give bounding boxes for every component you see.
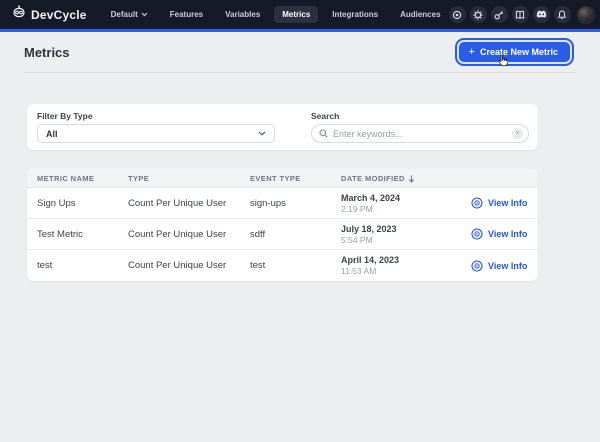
key-icon[interactable] — [491, 6, 508, 23]
column-header-type[interactable]: Type — [128, 169, 250, 188]
page-title: Metrics — [24, 45, 70, 60]
cell-date-modified: April 14, 2023 11:53 AM — [341, 255, 453, 276]
search-box: × — [311, 124, 529, 143]
top-navbar: DevCycle Default Features Variables Metr… — [0, 0, 600, 29]
eye-icon — [471, 260, 483, 272]
devcycle-robot-icon — [12, 5, 26, 24]
cell-event-type: sdff — [250, 229, 341, 240]
user-avatar[interactable] — [577, 6, 595, 24]
clear-search-icon[interactable]: × — [512, 128, 523, 139]
view-info-link[interactable]: View Info — [453, 228, 538, 240]
cell-date-modified: July 18, 2023 5:54 PM — [341, 224, 453, 245]
column-header-metric-name[interactable]: Metric Name — [37, 169, 128, 188]
type-filter-select[interactable]: All — [37, 124, 275, 143]
navbar-actions — [449, 6, 595, 24]
app-window: DevCycle Default Features Variables Metr… — [0, 0, 600, 442]
target-icon[interactable] — [449, 6, 466, 23]
page-header: Metrics + Create New Metric — [24, 32, 576, 73]
search-input[interactable] — [333, 129, 507, 139]
chevron-down-icon — [141, 12, 148, 17]
discord-icon[interactable] — [533, 6, 550, 23]
table-row: test Count Per Unique User test April 14… — [27, 250, 538, 281]
column-header-actions — [453, 169, 538, 188]
nav-item-integrations[interactable]: Integrations — [324, 6, 386, 23]
search-label: Search — [311, 111, 529, 121]
cell-metric-name: test — [37, 260, 128, 271]
search-field: Search × — [311, 111, 529, 143]
table-row: Test Metric Count Per Unique User sdff J… — [27, 219, 538, 250]
type-filter-value: All — [46, 129, 58, 139]
cell-date-modified: March 4, 2024 2:19 PM — [341, 193, 453, 214]
column-header-date-modified[interactable]: Date Modified — [341, 169, 453, 188]
create-new-metric-button[interactable]: + Create New Metric — [459, 42, 570, 62]
plus-icon: + — [469, 48, 475, 56]
nav-item-audiences[interactable]: Audiences — [392, 6, 448, 23]
main-content: Filter By Type All Search × Metric Name … — [27, 104, 538, 281]
column-header-event-type[interactable]: Event Type — [250, 169, 341, 188]
metrics-table: Metric Name Type Event Type Date Modifie… — [27, 169, 538, 281]
cell-type: Count Per Unique User — [128, 198, 250, 209]
eye-icon — [471, 197, 483, 209]
view-info-link[interactable]: View Info — [453, 197, 538, 209]
nav-item-variables[interactable]: Variables — [217, 6, 268, 23]
eye-icon — [471, 228, 483, 240]
bell-icon[interactable] — [554, 6, 571, 23]
gear-icon[interactable] — [470, 6, 487, 23]
nav-item-features[interactable]: Features — [162, 6, 211, 23]
chevron-down-icon — [258, 131, 266, 136]
cell-type: Count Per Unique User — [128, 260, 250, 271]
table-header-row: Metric Name Type Event Type Date Modifie… — [27, 169, 538, 188]
search-icon — [319, 129, 328, 138]
nav-item-metrics[interactable]: Metrics — [274, 6, 318, 23]
brand-name: DevCycle — [31, 8, 87, 22]
book-icon[interactable] — [512, 6, 529, 23]
primary-nav: Default Features Variables Metrics Integ… — [103, 6, 449, 23]
filter-card: Filter By Type All Search × — [27, 104, 538, 150]
filter-by-type-field: Filter By Type All — [37, 111, 275, 143]
sort-desc-arrow-icon — [408, 175, 415, 183]
cell-event-type: test — [250, 260, 341, 271]
view-info-link[interactable]: View Info — [453, 260, 538, 272]
cell-metric-name: Sign Ups — [37, 198, 128, 209]
cell-type: Count Per Unique User — [128, 229, 250, 240]
cell-event-type: sign-ups — [250, 198, 341, 209]
cell-metric-name: Test Metric — [37, 229, 128, 240]
table-body: Sign Ups Count Per Unique User sign-ups … — [27, 188, 538, 281]
brand-logo[interactable]: DevCycle — [12, 5, 87, 24]
filter-by-type-label: Filter By Type — [37, 111, 275, 121]
table-row: Sign Ups Count Per Unique User sign-ups … — [27, 188, 538, 219]
create-button-label: Create New Metric — [480, 47, 558, 57]
nav-item-default[interactable]: Default — [103, 6, 156, 23]
